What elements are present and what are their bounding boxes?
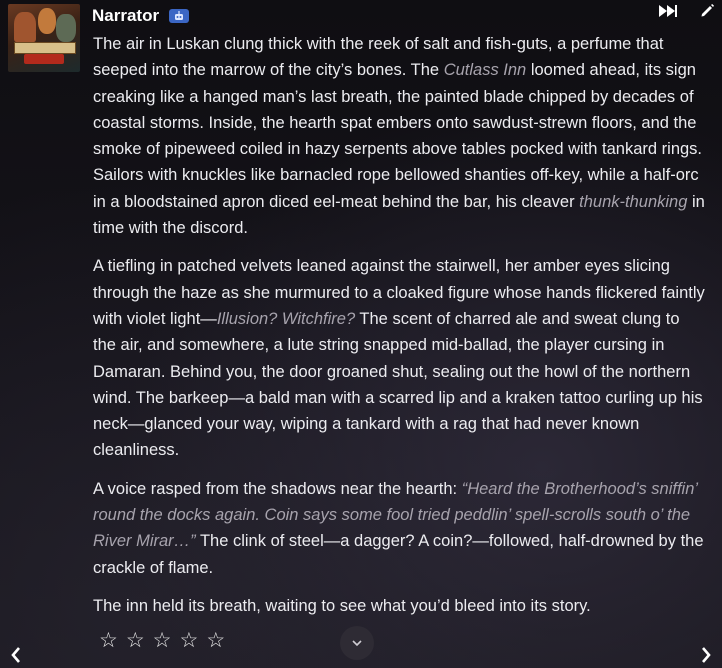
avatar-banner (14, 42, 76, 54)
paragraph-text: The scent of charred ale and sweat clung… (93, 309, 703, 460)
message-paragraph: A tiefling in patched velvets leaned aga… (93, 253, 705, 463)
star-icon[interactable]: ☆ (206, 630, 225, 652)
message-header: Narrator (92, 5, 190, 27)
avatar[interactable] (8, 4, 80, 72)
avatar-figure (38, 8, 56, 34)
chevron-left-icon (11, 647, 20, 663)
emphasis-text: thunk-thunking (579, 192, 688, 211)
avatar-figure (14, 12, 36, 42)
message-paragraph: The air in Luskan clung thick with the r… (93, 31, 705, 241)
robot-icon (169, 9, 190, 23)
star-icon[interactable]: ☆ (179, 630, 198, 652)
chevron-down-icon (352, 640, 362, 647)
expand-button[interactable] (340, 626, 374, 660)
pencil-icon[interactable] (700, 4, 714, 18)
message-paragraph: A voice rasped from the shadows near the… (93, 476, 705, 581)
avatar-figure (56, 14, 76, 42)
fast-forward-icon[interactable] (658, 4, 678, 18)
avatar-sign (24, 54, 64, 64)
previous-swipe-button[interactable] (10, 646, 22, 668)
star-icon[interactable]: ☆ (153, 630, 172, 652)
character-name[interactable]: Narrator (92, 6, 159, 26)
emphasis-text: Cutlass Inn (443, 61, 527, 80)
message-paragraph: The inn held its breath, waiting to see … (93, 596, 591, 615)
message-toolbar (658, 4, 714, 18)
paragraph-text: A voice rasped from the shadows near the… (93, 479, 462, 498)
paragraph-text: loomed ahead, its sign creaking like a h… (93, 61, 703, 211)
star-icon[interactable]: ☆ (99, 630, 118, 652)
emphasis-text: Illusion? Witchfire? (216, 309, 356, 328)
next-swipe-button[interactable] (700, 646, 712, 668)
narrator-message: The air in Luskan clung thick with the r… (93, 31, 705, 631)
star-icon[interactable]: ☆ (126, 630, 145, 652)
star-rating: ☆ ☆ ☆ ☆ ☆ (99, 630, 225, 652)
chevron-right-icon (702, 647, 711, 663)
